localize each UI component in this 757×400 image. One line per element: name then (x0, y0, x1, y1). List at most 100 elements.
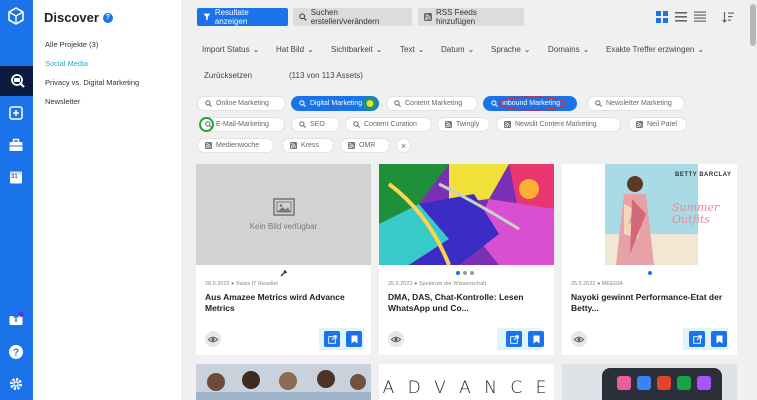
carousel-dot[interactable] (648, 271, 652, 275)
scrollbar-track[interactable] (748, 0, 757, 400)
filter-label: Hat Bild (276, 45, 305, 54)
sidebar-item-all-projects[interactable]: Alle Projekte (3) (45, 40, 98, 49)
card-title[interactable]: DMA, DAS, Chat-Kontrolle: Lesen WhatsApp… (388, 292, 543, 313)
chip-newslit-content-marketing[interactable]: Newslit Content Marketing (496, 117, 621, 132)
annotation-circle-green (199, 117, 214, 132)
chip-seo[interactable]: SEO (291, 117, 340, 132)
fashion-model-image (562, 164, 737, 265)
asset-card[interactable]: Kein Bild verfügbar 28.5.2022 ● Swiss IT… (196, 164, 371, 355)
chip-label: Kress (301, 142, 319, 149)
add-icon[interactable] (6, 103, 26, 123)
settings-icon[interactable] (6, 374, 26, 394)
chip-kress[interactable]: Kress (282, 138, 334, 153)
compact-list-view-icon[interactable] (694, 11, 706, 23)
card-title[interactable]: Aus Amazee Metrics wird Advance Metrics (205, 292, 360, 313)
filter-text[interactable]: Text ⌄ (400, 45, 424, 54)
sidebar-item-newsletter[interactable]: Newsletter (45, 97, 80, 106)
visibility-button[interactable] (388, 331, 404, 347)
sidebar-item-social-media[interactable]: Social Media (45, 59, 88, 68)
discover-icon[interactable] (0, 66, 33, 96)
image-script-text: Summer Outfits (672, 201, 720, 226)
filter-date[interactable]: Datum ⌄ (441, 45, 474, 54)
bookmark-button[interactable] (711, 331, 727, 347)
filter-visibility[interactable]: Sichtbarkeit ⌄ (331, 45, 383, 54)
visibility-button[interactable] (571, 331, 587, 347)
icon-rail: 31 ? (0, 0, 33, 400)
grid-view-icon[interactable] (656, 11, 668, 23)
no-image-placeholder: Kein Bild verfügbar (196, 164, 371, 265)
filter-has-image[interactable]: Hat Bild ⌄ (276, 45, 314, 54)
card-image: Kein Bild verfügbar (196, 164, 371, 265)
asset-card[interactable]: 25.5.2022 ● Spektrum der Wissenschaft DM… (379, 164, 554, 355)
filter-language[interactable]: Sprache ⌄ (491, 45, 531, 54)
chevron-down-icon: ⌄ (697, 45, 705, 54)
search-create-button[interactable]: Suchen erstellen/verändern (293, 8, 412, 26)
rss-icon (635, 121, 643, 129)
chip-label: Content Marketing (405, 100, 463, 107)
advance-logo-text: A D V A N C E (382, 378, 551, 398)
phone-apps-image (562, 364, 737, 400)
rss-icon (503, 121, 511, 129)
list-view-icon[interactable] (675, 11, 687, 23)
sort-icon[interactable] (722, 11, 734, 23)
card-meta: 28.5.2022 ● Swiss IT Reseller (205, 281, 279, 287)
asset-count: (113 von 113 Assets) (289, 71, 363, 80)
carousel-dot[interactable] (463, 271, 467, 275)
chip-content-curation[interactable]: Content Curation (345, 117, 432, 132)
calendar-icon[interactable]: 31 (6, 167, 26, 187)
briefcase-icon[interactable] (6, 135, 26, 155)
open-link-button[interactable] (324, 331, 340, 347)
rss-icon (444, 121, 452, 129)
card-title[interactable]: Nayoki gewinnt Performance-Etat der Bett… (571, 292, 726, 313)
filter-import-status[interactable]: Import Status ⌄ (202, 45, 259, 54)
filter-label: Import Status (202, 45, 250, 54)
chip-twingly[interactable]: Twingly (437, 117, 490, 132)
filter-exact-match[interactable]: Exakte Treffer erzwingen ⌄ (606, 45, 704, 54)
asset-card[interactable] (196, 364, 371, 400)
chevron-down-icon: ⌄ (467, 45, 475, 54)
sidebar-item-privacy-digital-marketing[interactable]: Privacy vs. Digital Marketing (45, 78, 139, 87)
filter-domains[interactable]: Domains ⌄ (548, 45, 589, 54)
chip-label: Newslit Content Marketing (515, 121, 597, 128)
card-image: BETTY BARCLAY Summer Outfits (562, 164, 737, 265)
image-carousel-dots[interactable] (456, 271, 474, 275)
logo-cube-icon[interactable] (6, 6, 26, 26)
asset-card[interactable]: BETTY BARCLAY Summer Outfits 25.5.2022 ●… (562, 164, 737, 355)
carousel-dot[interactable] (456, 271, 460, 275)
open-link-button[interactable] (689, 331, 705, 347)
chip-neil-patel[interactable]: Neil Patel (628, 117, 687, 132)
chip-omr[interactable]: OMR (340, 138, 390, 153)
external-link-icon (327, 334, 337, 344)
open-link-button[interactable] (506, 331, 522, 347)
chip-medienwoche[interactable]: Medienwoche (197, 138, 274, 153)
carousel-dot[interactable] (470, 271, 474, 275)
chip-newsletter-marketing[interactable]: Newsletter Marketing (587, 96, 685, 111)
filter-label: Domains (548, 45, 580, 54)
image-carousel-dots[interactable] (648, 271, 652, 275)
visibility-button[interactable] (205, 331, 221, 347)
bookmark-button[interactable] (528, 331, 544, 347)
scrollbar-thumb[interactable] (750, 4, 756, 46)
image-brand-text: BETTY BARCLAY (675, 172, 732, 178)
clear-chips-button[interactable]: × (396, 138, 411, 153)
rss-add-button[interactable]: RSS Feeds hinzufügen (418, 8, 524, 26)
search-icon (204, 100, 212, 108)
external-link-icon (509, 334, 519, 344)
asset-card[interactable] (562, 364, 737, 400)
chip-label: Twingly (456, 121, 480, 128)
chip-label: OMR (359, 142, 376, 149)
search-icon (352, 121, 360, 129)
external-link-icon (692, 334, 702, 344)
bookmark-icon (533, 335, 539, 343)
reset-button[interactable]: Zurücksetzen (204, 71, 252, 80)
card-meta: 25.5.2022 ● MEEDIA (571, 281, 623, 287)
bookmark-button[interactable] (346, 331, 362, 347)
show-results-button[interactable]: Resultate anzeigen (197, 8, 288, 26)
help-badge-icon[interactable]: ? (102, 12, 113, 23)
asset-card[interactable]: A D V A N C E (379, 364, 554, 400)
chip-online-marketing[interactable]: Online Marketing (197, 96, 286, 111)
chip-content-marketing[interactable]: Content Marketing (386, 96, 478, 111)
no-image-text: Kein Bild verfügbar (249, 222, 318, 231)
upload-icon[interactable] (6, 309, 26, 329)
help-icon[interactable]: ? (6, 342, 26, 362)
